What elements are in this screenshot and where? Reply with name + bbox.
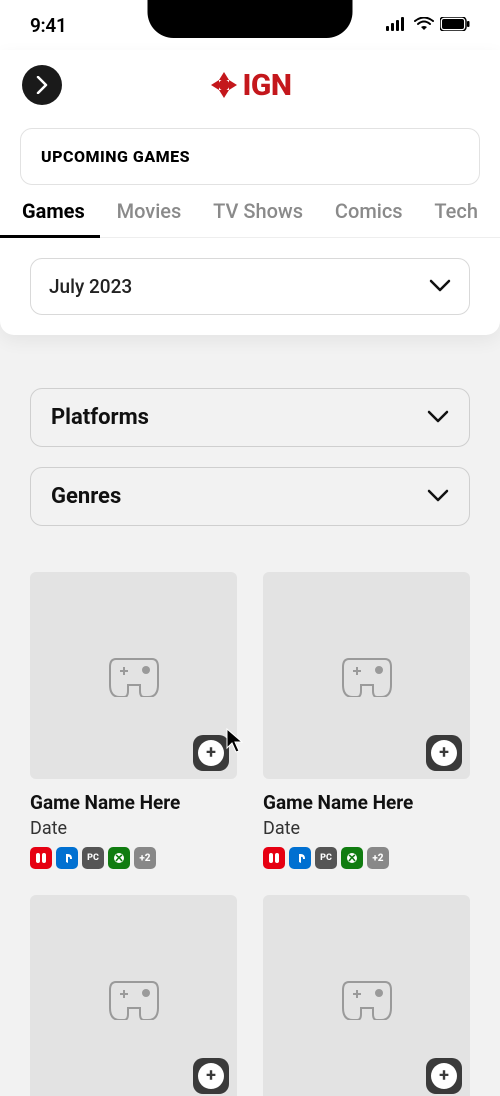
logo-text: IGN (243, 68, 292, 103)
game-card[interactable]: + Game Name Here Date PC +2 (263, 572, 470, 869)
tab-tv-shows[interactable]: TV Shows (213, 199, 303, 237)
game-title: Game Name Here (263, 791, 470, 814)
add-to-list-button[interactable]: + (426, 735, 462, 771)
sidebar-toggle-button[interactable] (22, 65, 62, 105)
tab-label: Games (22, 199, 85, 223)
game-card[interactable]: + Game Name Here Date PC +2 (30, 572, 237, 869)
clock: 9:41 (30, 14, 67, 37)
tab-label: Movies (117, 199, 182, 223)
signal-icon (386, 16, 408, 35)
platform-pc-icon: PC (315, 847, 337, 869)
platform-xbox-icon (341, 847, 363, 869)
game-thumbnail: + (263, 895, 470, 1096)
wifi-icon (414, 16, 434, 35)
game-thumbnail: + (263, 572, 470, 779)
tab-tech[interactable]: Tech (434, 199, 478, 237)
controller-placeholder-icon (339, 655, 395, 697)
genres-filter-label: Genres (51, 484, 121, 509)
header-card: IGN UPCOMING GAMES Games Movies TV Shows… (0, 50, 500, 335)
add-to-list-button[interactable]: + (426, 1058, 462, 1094)
platform-more-badge[interactable]: +2 (134, 847, 156, 869)
platform-pc-icon: PC (82, 847, 104, 869)
plus-icon: + (431, 1063, 457, 1089)
tab-label: Tech (434, 199, 478, 223)
controller-placeholder-icon (106, 655, 162, 697)
chevron-down-icon (429, 275, 451, 298)
active-tab-underline (0, 235, 100, 238)
game-card[interactable]: + (30, 895, 237, 1096)
chevron-right-icon (35, 76, 49, 94)
controller-placeholder-icon (339, 978, 395, 1020)
battery-icon (440, 16, 470, 35)
game-card[interactable]: + (263, 895, 470, 1096)
device-notch (148, 0, 353, 38)
section-heading-text: UPCOMING GAMES (41, 147, 190, 166)
date-filter-dropdown[interactable]: July 2023 (30, 258, 470, 315)
pc-badge-text: PC (87, 853, 99, 863)
plus-icon: + (198, 1063, 224, 1089)
platform-xbox-icon (108, 847, 130, 869)
pc-badge-text: PC (320, 853, 332, 863)
ign-logo-icon (209, 70, 239, 100)
platform-switch-icon (30, 847, 52, 869)
section-heading-chip[interactable]: UPCOMING GAMES (20, 128, 480, 185)
platform-more-badge[interactable]: +2 (367, 847, 389, 869)
plus-icon: + (431, 740, 457, 766)
tab-games[interactable]: Games (22, 199, 85, 237)
platforms-filter-label: Platforms (51, 405, 149, 430)
game-title: Game Name Here (30, 791, 237, 814)
tab-label: TV Shows (213, 199, 303, 223)
date-filter-value: July 2023 (49, 275, 132, 298)
status-indicators (386, 16, 470, 35)
game-date: Date (263, 818, 470, 839)
tab-movies[interactable]: Movies (117, 199, 182, 237)
category-tabs: Games Movies TV Shows Comics Tech (0, 199, 500, 237)
game-date: Date (30, 818, 237, 839)
controller-placeholder-icon (106, 978, 162, 1020)
plus-icon: + (198, 740, 224, 766)
platform-switch-icon (263, 847, 285, 869)
add-to-list-button[interactable]: + (193, 735, 229, 771)
platform-badges: PC +2 (263, 847, 470, 869)
genres-filter-dropdown[interactable]: Genres (30, 467, 470, 526)
add-to-list-button[interactable]: + (193, 1058, 229, 1094)
games-grid: + Game Name Here Date PC +2 (30, 572, 470, 1096)
chevron-down-icon (427, 405, 449, 430)
ign-logo[interactable]: IGN (209, 68, 292, 103)
game-thumbnail: + (30, 895, 237, 1096)
platform-badges: PC +2 (30, 847, 237, 869)
tab-label: Comics (335, 199, 403, 223)
platform-playstation-icon (289, 847, 311, 869)
platform-playstation-icon (56, 847, 78, 869)
chevron-down-icon (427, 484, 449, 509)
game-thumbnail: + (30, 572, 237, 779)
tab-comics[interactable]: Comics (335, 199, 403, 237)
platforms-filter-dropdown[interactable]: Platforms (30, 388, 470, 447)
